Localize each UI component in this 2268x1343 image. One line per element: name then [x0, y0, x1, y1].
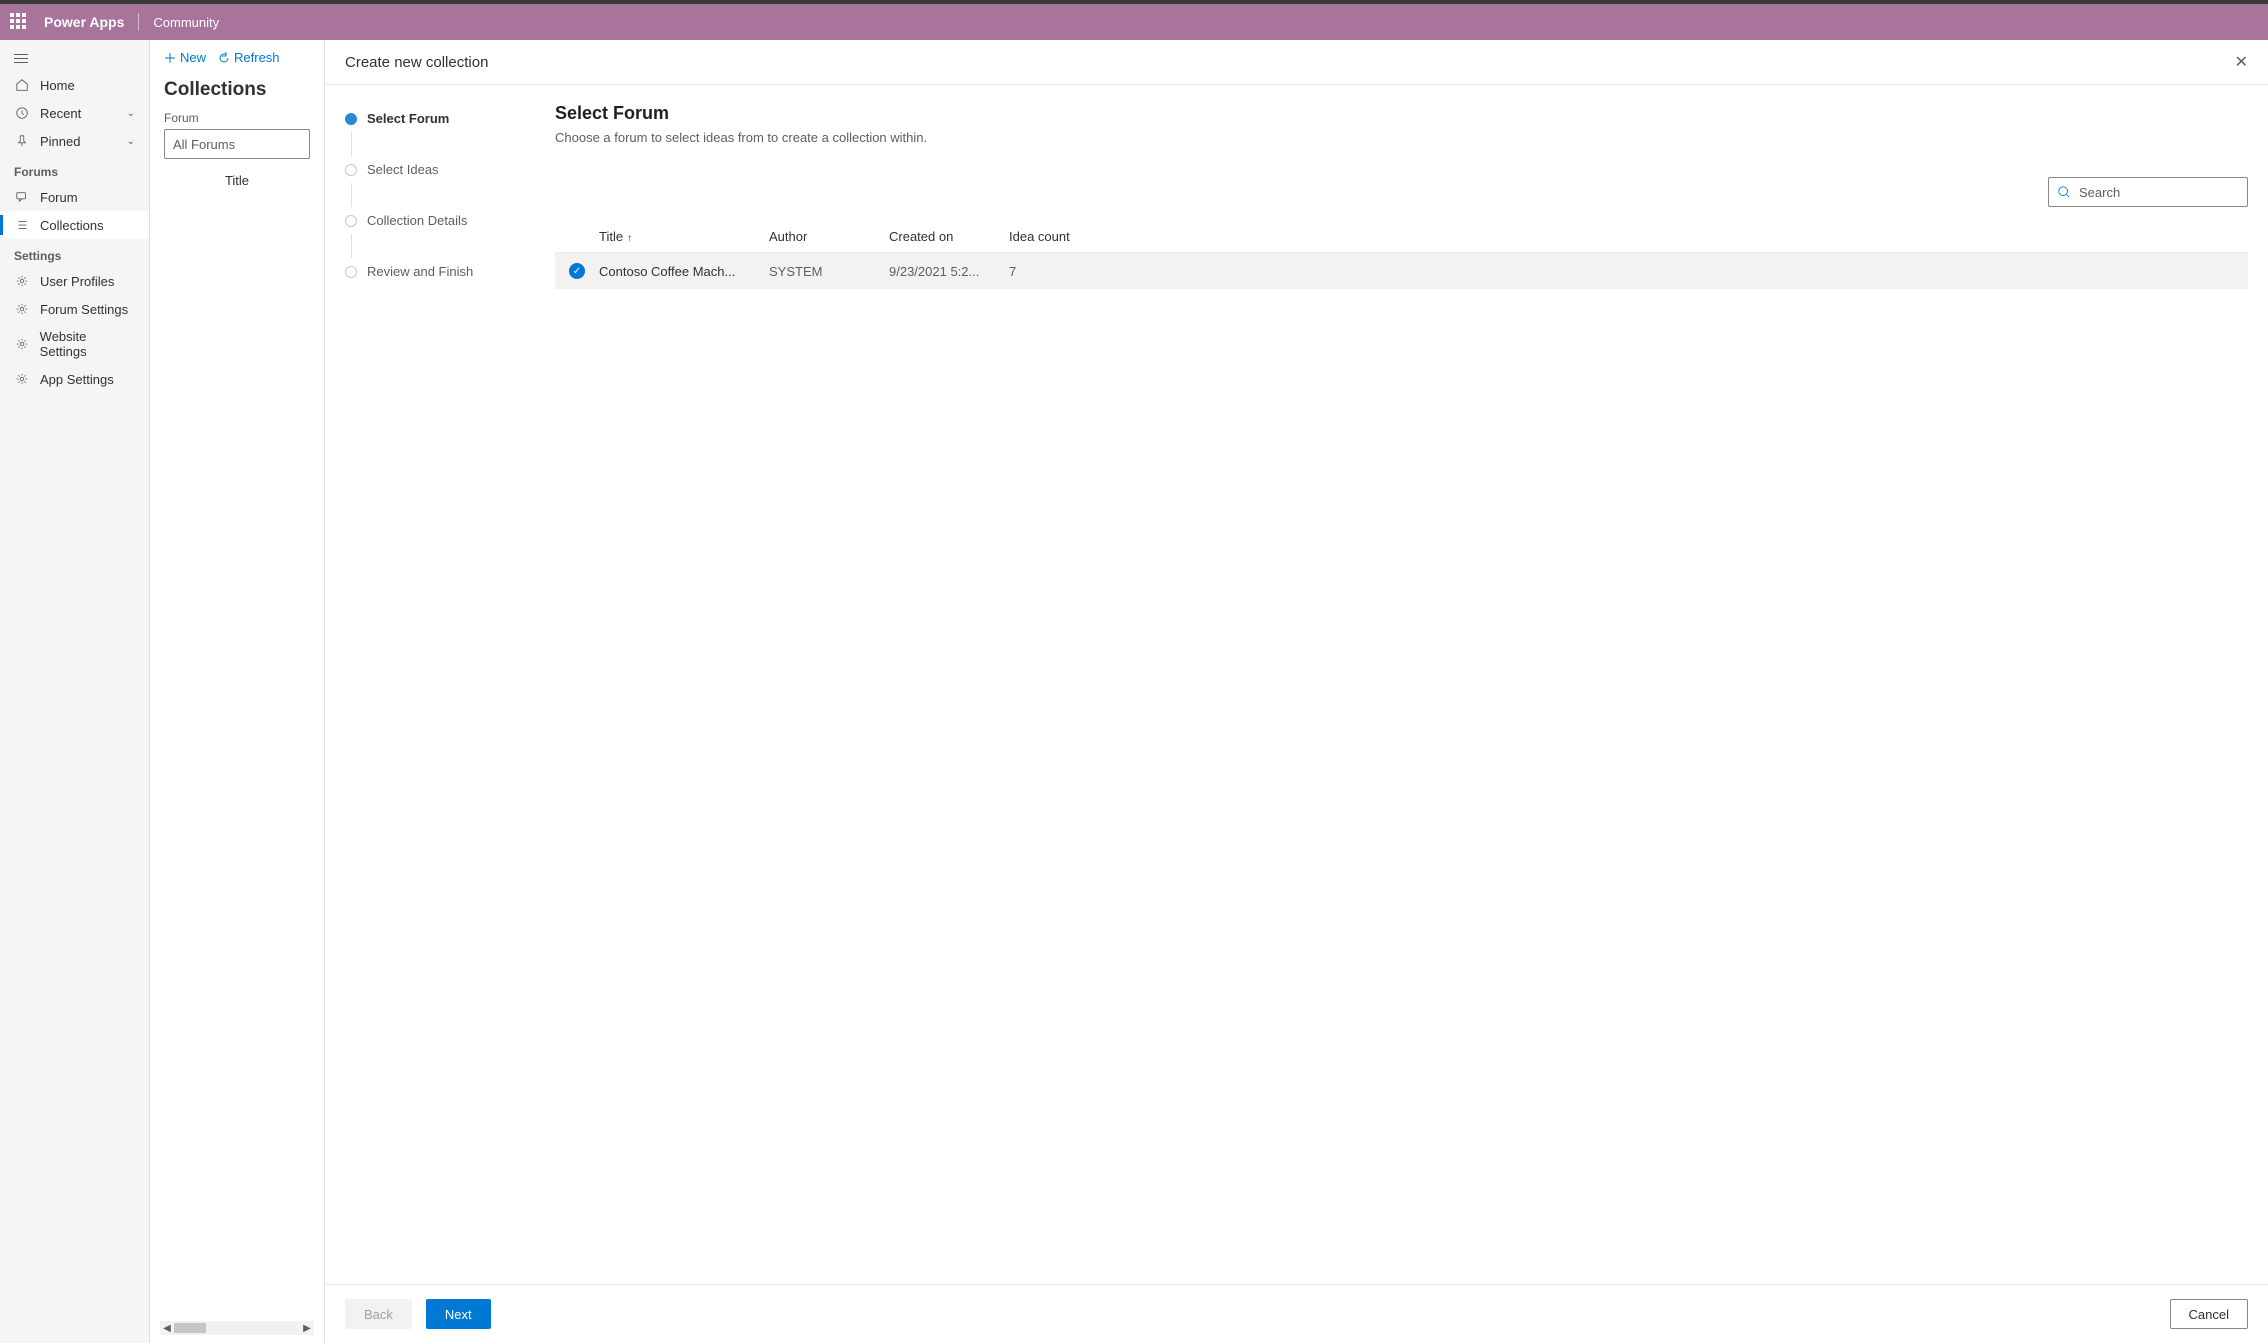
- create-collection-dialog: Create new collection ✕ Select Forum Sel…: [324, 40, 2268, 1343]
- nav-forum-label: Forum: [40, 190, 78, 205]
- hamburger-button[interactable]: [0, 46, 149, 71]
- nav-section-forums: Forums: [0, 155, 149, 183]
- row-created: 9/23/2021 5:2...: [889, 264, 1009, 279]
- refresh-button[interactable]: Refresh: [218, 50, 280, 65]
- chevron-down-icon: ⌄: [127, 136, 135, 147]
- cancel-button[interactable]: Cancel: [2170, 1299, 2248, 1329]
- nav-user-profiles-label: User Profiles: [40, 274, 114, 289]
- forum-select-input[interactable]: [164, 129, 310, 159]
- search-input[interactable]: Search: [2048, 177, 2248, 207]
- nav-app-settings[interactable]: App Settings: [0, 365, 149, 393]
- collections-panel: New Refresh Collections Forum Title ◀ ▶: [150, 40, 325, 1343]
- nav-website-settings[interactable]: Website Settings: [0, 323, 149, 365]
- table-row[interactable]: ✓ Contoso Coffee Mach... SYSTEM 9/23/202…: [555, 253, 2248, 289]
- panel-title-column: Title: [150, 159, 324, 198]
- nav-home[interactable]: Home: [0, 71, 149, 99]
- refresh-label: Refresh: [234, 50, 280, 65]
- step-indicator-icon: [345, 266, 357, 278]
- gear-icon: [14, 336, 30, 352]
- scroll-right-icon[interactable]: ▶: [300, 1323, 314, 1334]
- content-subtitle: Choose a forum to select ideas from to c…: [555, 130, 2248, 145]
- step-collection-details[interactable]: Collection Details: [345, 207, 515, 234]
- step-label: Review and Finish: [367, 264, 473, 279]
- search-icon: [2057, 185, 2071, 199]
- nav-section-settings: Settings: [0, 239, 149, 267]
- sort-asc-icon: ↑: [627, 233, 632, 244]
- gear-icon: [14, 301, 30, 317]
- step-label: Select Ideas: [367, 162, 439, 177]
- clock-icon: [14, 105, 30, 121]
- nav-recent[interactable]: Recent ⌄: [0, 99, 149, 127]
- step-label: Collection Details: [367, 213, 467, 228]
- step-indicator-icon: [345, 113, 357, 125]
- new-label: New: [180, 50, 206, 65]
- dialog-title: Create new collection: [345, 54, 488, 71]
- back-button: Back: [345, 1299, 412, 1329]
- step-select-forum[interactable]: Select Forum: [345, 105, 515, 132]
- horizontal-scrollbar[interactable]: ◀ ▶: [160, 1321, 314, 1335]
- nav-collections[interactable]: Collections: [0, 211, 149, 239]
- nav-forum-settings-label: Forum Settings: [40, 302, 128, 317]
- forum-table: Title↑ Author Created on Idea count ✓ Co…: [555, 221, 2248, 289]
- step-connector: [351, 183, 352, 207]
- scroll-left-icon[interactable]: ◀: [160, 1323, 174, 1334]
- list-icon: [14, 217, 30, 233]
- nav-pinned-label: Pinned: [40, 134, 80, 149]
- step-label: Select Forum: [367, 111, 449, 126]
- gear-icon: [14, 371, 30, 387]
- col-ideas[interactable]: Idea count: [1009, 229, 2248, 244]
- step-indicator-icon: [345, 164, 357, 176]
- nav-user-profiles[interactable]: User Profiles: [0, 267, 149, 295]
- forum-icon: [14, 189, 30, 205]
- row-ideas: 7: [1009, 264, 2248, 279]
- col-title[interactable]: Title↑: [599, 229, 769, 244]
- app-name: Power Apps: [44, 14, 124, 30]
- step-select-ideas[interactable]: Select Ideas: [345, 156, 515, 183]
- row-title: Contoso Coffee Mach...: [599, 264, 769, 279]
- header-bar: Power Apps Community: [0, 4, 2268, 40]
- plus-icon: [164, 52, 176, 64]
- side-nav: Home Recent ⌄ Pinned ⌄ Forums Forum: [0, 40, 150, 1343]
- home-icon: [14, 77, 30, 93]
- step-indicator-icon: [345, 215, 357, 227]
- refresh-icon: [218, 52, 230, 64]
- gear-icon: [14, 273, 30, 289]
- nav-forum-settings[interactable]: Forum Settings: [0, 295, 149, 323]
- panel-toolbar: New Refresh: [150, 40, 324, 75]
- dialog-header: Create new collection ✕: [325, 40, 2268, 85]
- chevron-down-icon: ⌄: [127, 108, 135, 119]
- step-connector: [351, 132, 352, 156]
- col-author[interactable]: Author: [769, 229, 889, 244]
- pin-icon: [14, 133, 30, 149]
- row-checkbox[interactable]: ✓: [555, 263, 599, 279]
- nav-collections-label: Collections: [40, 218, 104, 233]
- step-review-finish[interactable]: Review and Finish: [345, 258, 515, 285]
- nav-home-label: Home: [40, 78, 75, 93]
- row-author: SYSTEM: [769, 264, 889, 279]
- header-area: Community: [153, 15, 219, 30]
- dialog-content: Select Forum Choose a forum to select id…: [535, 85, 2268, 1284]
- content-title: Select Forum: [555, 103, 2248, 124]
- step-connector: [351, 234, 352, 258]
- search-placeholder: Search: [2079, 185, 2120, 200]
- wizard-steps: Select Forum Select Ideas Collection Det…: [325, 85, 535, 1284]
- new-button[interactable]: New: [164, 50, 206, 65]
- table-header: Title↑ Author Created on Idea count: [555, 221, 2248, 253]
- nav-forum[interactable]: Forum: [0, 183, 149, 211]
- dialog-footer: Back Next Cancel: [325, 1284, 2268, 1343]
- next-button[interactable]: Next: [426, 1299, 491, 1329]
- panel-title: Collections: [150, 75, 324, 111]
- forum-field-label: Forum: [150, 111, 324, 129]
- nav-recent-label: Recent: [40, 106, 81, 121]
- nav-website-settings-label: Website Settings: [40, 329, 135, 359]
- header-divider: [138, 13, 139, 31]
- col-created[interactable]: Created on: [889, 229, 1009, 244]
- app-launcher-icon[interactable]: [10, 13, 28, 31]
- nav-app-settings-label: App Settings: [40, 372, 114, 387]
- checkmark-icon: ✓: [569, 263, 585, 279]
- nav-pinned[interactable]: Pinned ⌄: [0, 127, 149, 155]
- close-icon[interactable]: ✕: [2235, 52, 2248, 72]
